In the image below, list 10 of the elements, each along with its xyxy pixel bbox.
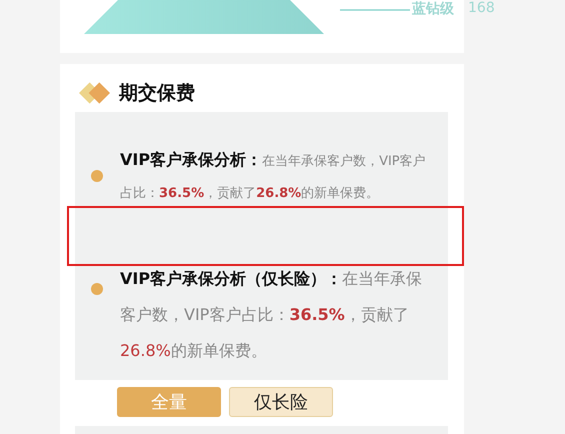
analysis-text: VIP客户承保分析：在当年承保客户数，VIP客户占比：36.5%，贡献了 26.8%的新单保费。 (120, 149, 427, 203)
bullet-dot (91, 170, 103, 182)
level-count: 168 (468, 0, 495, 16)
section-title: 期交保费 (119, 81, 195, 106)
leader-line (340, 9, 410, 11)
analysis-text: VIP客户承保分析（仅长险）：在当年承保客户数，VIP客户占比：36.5%，贡献了 26.8%的新单保费。 (120, 268, 424, 362)
filter-tab[interactable]: 仅长险 (229, 387, 333, 417)
bullet-dot (91, 282, 103, 294)
diamond-icon (79, 82, 110, 104)
level-label: 蓝钻级 (412, 0, 454, 18)
